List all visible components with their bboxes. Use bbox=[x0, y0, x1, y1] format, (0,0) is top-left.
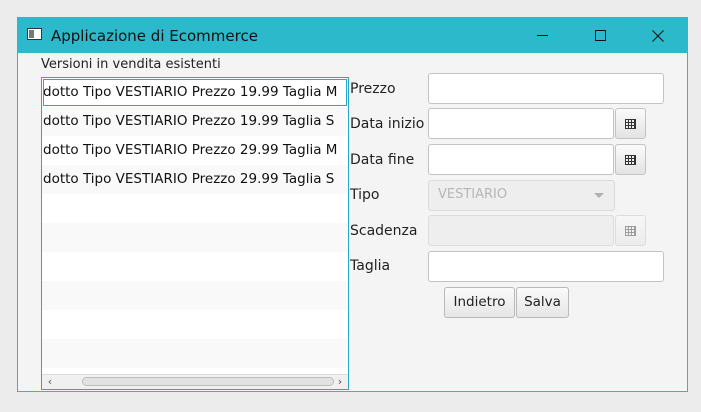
scroll-thumb[interactable] bbox=[82, 377, 334, 386]
close-icon bbox=[652, 29, 664, 42]
title-bar[interactable]: Applicazione di Ecommerce bbox=[18, 18, 687, 53]
tipo-label: Tipo bbox=[350, 187, 380, 203]
chevron-down-icon bbox=[594, 193, 604, 198]
salva-button[interactable]: Salva bbox=[516, 287, 569, 318]
empty-list-row bbox=[42, 194, 348, 223]
window-title: Applicazione di Ecommerce bbox=[51, 27, 258, 45]
calendar-icon bbox=[625, 154, 636, 165]
data-inizio-picker-button[interactable] bbox=[615, 108, 646, 139]
indietro-button[interactable]: Indietro bbox=[444, 287, 515, 318]
versions-list[interactable]: dotto Tipo VESTIARIO Prezzo 19.99 Taglia… bbox=[41, 77, 349, 390]
prezzo-input[interactable] bbox=[428, 73, 664, 104]
list-item[interactable]: dotto Tipo VESTIARIO Prezzo 29.99 Taglia… bbox=[42, 136, 348, 165]
close-button[interactable] bbox=[629, 18, 687, 53]
tipo-select-value: VESTIARIO bbox=[438, 187, 508, 202]
maximize-button[interactable] bbox=[571, 18, 629, 53]
content-area: Versioni in vendita esistenti dotto Tipo… bbox=[18, 53, 687, 391]
scroll-right-icon[interactable]: › bbox=[333, 375, 347, 389]
minimize-button[interactable] bbox=[513, 18, 571, 53]
app-window: Applicazione di Ecommerce Versioni in ve… bbox=[17, 17, 688, 392]
calendar-icon bbox=[625, 118, 636, 129]
scadenza-picker-button bbox=[615, 215, 646, 246]
tipo-select: VESTIARIO bbox=[428, 180, 615, 211]
empty-list-row bbox=[42, 310, 348, 339]
empty-list-row bbox=[42, 252, 348, 281]
maximize-icon bbox=[594, 30, 606, 41]
data-fine-picker-button[interactable] bbox=[615, 144, 646, 175]
taglia-label: Taglia bbox=[350, 258, 391, 274]
list-item[interactable]: dotto Tipo VESTIARIO Prezzo 29.99 Taglia… bbox=[42, 165, 348, 194]
empty-list-row bbox=[42, 281, 348, 310]
data-inizio-label: Data inizio bbox=[350, 116, 425, 132]
data-inizio-input[interactable] bbox=[428, 108, 614, 139]
data-fine-input[interactable] bbox=[428, 144, 614, 175]
list-item[interactable]: dotto Tipo VESTIARIO Prezzo 19.99 Taglia… bbox=[42, 107, 348, 136]
horizontal-scrollbar[interactable]: ‹ › bbox=[42, 374, 348, 389]
app-icon bbox=[27, 28, 42, 40]
taglia-input[interactable] bbox=[428, 251, 664, 282]
data-fine-label: Data fine bbox=[350, 152, 415, 168]
scadenza-label: Scadenza bbox=[350, 223, 418, 239]
empty-list-row bbox=[42, 223, 348, 252]
prezzo-label: Prezzo bbox=[350, 81, 396, 97]
empty-list-row bbox=[42, 339, 348, 368]
calendar-icon bbox=[625, 225, 636, 236]
list-title: Versioni in vendita esistenti bbox=[41, 57, 221, 72]
scadenza-input bbox=[428, 215, 614, 246]
minimize-icon bbox=[536, 35, 548, 36]
list-item[interactable]: dotto Tipo VESTIARIO Prezzo 19.99 Taglia… bbox=[42, 78, 348, 107]
scroll-left-icon[interactable]: ‹ bbox=[43, 375, 57, 389]
